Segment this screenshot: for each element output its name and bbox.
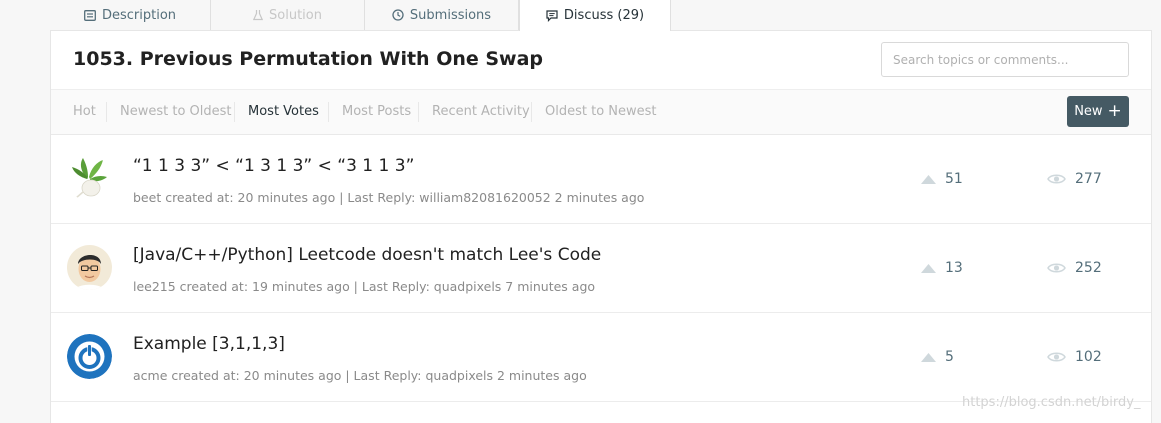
avatar	[67, 334, 112, 379]
plus-icon: +	[1107, 101, 1122, 121]
search-input[interactable]	[881, 42, 1129, 77]
tab-discuss-label: Discuss (29)	[563, 8, 645, 23]
view-count: 102	[1047, 349, 1102, 365]
new-topic-button[interactable]: New +	[1067, 96, 1129, 127]
problem-tabbar: Description Solution Submissions Discuss…	[0, 0, 1161, 31]
view-count: 252	[1047, 260, 1102, 276]
topic-title[interactable]: [Java/C++/Python] Leetcode doesn't match…	[133, 245, 601, 265]
upvote-icon[interactable]	[921, 263, 936, 273]
upvote-icon[interactable]	[921, 174, 936, 184]
votes-value: 5	[945, 349, 954, 365]
description-icon	[84, 9, 96, 21]
eye-icon	[1047, 174, 1066, 184]
clock-icon	[392, 9, 404, 21]
avatar	[67, 156, 112, 201]
tab-description[interactable]: Description	[50, 0, 211, 30]
vote-count: 13	[921, 260, 963, 276]
sort-oldest-to-newest[interactable]: Oldest to Newest	[545, 104, 657, 119]
views-value: 277	[1075, 171, 1102, 187]
eye-icon	[1047, 352, 1066, 362]
watermark-text: https://blog.csdn.net/birdy_	[962, 395, 1141, 410]
topic-title[interactable]: Example [3,1,1,3]	[133, 334, 285, 354]
flask-icon	[253, 9, 264, 21]
divider	[234, 102, 235, 122]
turnip-icon	[67, 156, 112, 201]
sort-hot[interactable]: Hot	[73, 104, 96, 119]
discuss-panel: 1053. Previous Permutation With One Swap…	[50, 30, 1152, 423]
tab-submissions[interactable]: Submissions	[365, 0, 519, 30]
eye-icon	[1047, 263, 1066, 273]
upvote-icon[interactable]	[921, 352, 936, 362]
topic-title[interactable]: “1 1 3 3” < “1 3 1 3” < “3 1 1 3”	[133, 156, 414, 176]
votes-value: 51	[945, 171, 963, 187]
topic-row[interactable]: “1 1 3 3” < “1 3 1 3” < “3 1 1 3” beet c…	[51, 135, 1151, 224]
topic-row[interactable]: [Java/C++/Python] Leetcode doesn't match…	[51, 224, 1151, 313]
tab-submissions-label: Submissions	[409, 7, 492, 23]
power-logo-icon	[67, 334, 112, 379]
tab-discuss[interactable]: Discuss (29)	[519, 0, 671, 31]
divider	[418, 102, 419, 122]
discuss-header: 1053. Previous Permutation With One Swap	[51, 31, 1151, 90]
vote-count: 5	[921, 349, 954, 365]
topic-meta: lee215 created at: 19 minutes ago | Last…	[133, 279, 596, 294]
new-button-label: New	[1074, 104, 1103, 119]
divider	[531, 102, 532, 122]
topic-row[interactable]: Example [3,1,1,3] acme created at: 20 mi…	[51, 313, 1151, 402]
sort-newest-to-oldest[interactable]: Newest to Oldest	[120, 104, 232, 119]
comment-icon	[546, 9, 558, 22]
views-value: 102	[1075, 349, 1102, 365]
vote-count: 51	[921, 171, 963, 187]
tab-solution-label: Solution	[269, 7, 322, 23]
sort-most-votes[interactable]: Most Votes	[248, 104, 319, 119]
topic-meta: acme created at: 20 minutes ago | Last R…	[133, 368, 587, 383]
page-title: 1053. Previous Permutation With One Swap	[73, 48, 544, 70]
avatar	[67, 245, 112, 290]
user-photo-icon	[67, 245, 112, 290]
sort-bar: Hot Newest to Oldest Most Votes Most Pos…	[51, 90, 1151, 135]
tab-solution[interactable]: Solution	[211, 0, 365, 30]
tab-description-label: Description	[101, 7, 177, 23]
divider	[106, 102, 107, 122]
votes-value: 13	[945, 260, 963, 276]
sort-most-posts[interactable]: Most Posts	[342, 104, 411, 119]
topic-meta: beet created at: 20 minutes ago | Last R…	[133, 190, 645, 205]
view-count: 277	[1047, 171, 1102, 187]
divider	[328, 102, 329, 122]
views-value: 252	[1075, 260, 1102, 276]
sort-recent-activity[interactable]: Recent Activity	[432, 104, 530, 119]
